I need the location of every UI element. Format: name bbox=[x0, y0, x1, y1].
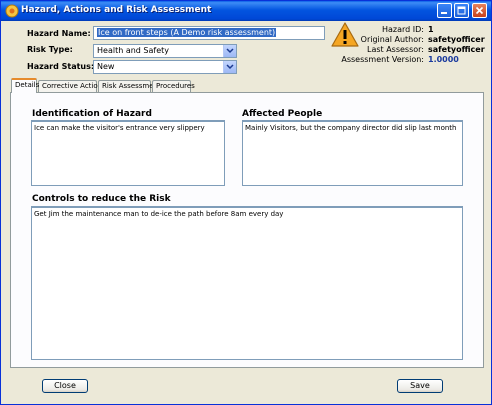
close-window-button[interactable] bbox=[472, 3, 487, 18]
save-button[interactable]: Save bbox=[397, 379, 443, 393]
last-assessor-label: Last Assessor: bbox=[366, 45, 424, 54]
original-author-value: safetyofficer bbox=[428, 35, 485, 44]
app-icon bbox=[5, 4, 19, 18]
last-assessor-value: safetyofficer bbox=[428, 45, 485, 54]
affected-people-text: Mainly Visitors, but the company directo… bbox=[245, 124, 457, 132]
hazard-status-value: New bbox=[97, 62, 115, 71]
tab-procedures[interactable]: Procedures bbox=[152, 80, 195, 92]
original-author-label: Original Author: bbox=[360, 35, 424, 44]
hazard-status-label: Hazard Status: bbox=[27, 62, 95, 71]
risk-type-value: Health and Safety bbox=[97, 46, 169, 55]
affected-people-textarea[interactable]: Mainly Visitors, but the company directo… bbox=[242, 120, 463, 186]
minimize-button[interactable] bbox=[437, 3, 452, 18]
window-title: Hazard, Actions and Risk Assessment bbox=[21, 5, 212, 15]
tab-details[interactable]: Details bbox=[11, 78, 39, 93]
hazard-id-value: 1 bbox=[428, 25, 434, 34]
tab-risk-assessment[interactable]: Risk Assessment bbox=[98, 80, 161, 92]
hazard-id-label: Hazard ID: bbox=[381, 25, 424, 34]
hazard-window: Hazard, Actions and Risk Assessment Haza… bbox=[0, 0, 492, 405]
risk-type-select[interactable]: Health and Safety bbox=[93, 44, 237, 58]
identification-of-hazard-label: Identification of Hazard bbox=[32, 109, 152, 119]
chevron-down-icon[interactable] bbox=[223, 61, 236, 73]
identification-of-hazard-textarea[interactable]: Ice can make the visitor's entrance very… bbox=[31, 120, 225, 186]
details-panel: Identification of Hazard Ice can make th… bbox=[10, 92, 484, 368]
tab-corrective-actions[interactable]: Corrective Actions bbox=[38, 80, 106, 92]
hazard-name-label: Hazard Name: bbox=[27, 29, 91, 38]
maximize-button[interactable] bbox=[454, 3, 469, 18]
controls-to-reduce-risk-text: Get Jim the maintenance man to de-ice th… bbox=[34, 210, 284, 218]
controls-to-reduce-risk-label: Controls to reduce the Risk bbox=[32, 194, 171, 204]
risk-type-label: Risk Type: bbox=[27, 45, 73, 54]
hazard-name-value: Ice on front steps (A Demo risk assessme… bbox=[97, 28, 277, 37]
hazard-status-select[interactable]: New bbox=[93, 60, 237, 74]
assessment-version-label: Assessment Version: bbox=[341, 55, 424, 64]
chevron-down-icon[interactable] bbox=[223, 45, 236, 57]
close-button[interactable]: Close bbox=[42, 379, 88, 393]
identification-of-hazard-text: Ice can make the visitor's entrance very… bbox=[34, 124, 205, 132]
controls-to-reduce-risk-textarea[interactable]: Get Jim the maintenance man to de-ice th… bbox=[31, 206, 463, 360]
affected-people-label: Affected People bbox=[242, 109, 323, 119]
title-bar[interactable]: Hazard, Actions and Risk Assessment bbox=[1, 1, 491, 21]
assessment-version-value: 1.0000 bbox=[428, 55, 459, 64]
hazard-name-input[interactable]: Ice on front steps (A Demo risk assessme… bbox=[93, 26, 325, 40]
